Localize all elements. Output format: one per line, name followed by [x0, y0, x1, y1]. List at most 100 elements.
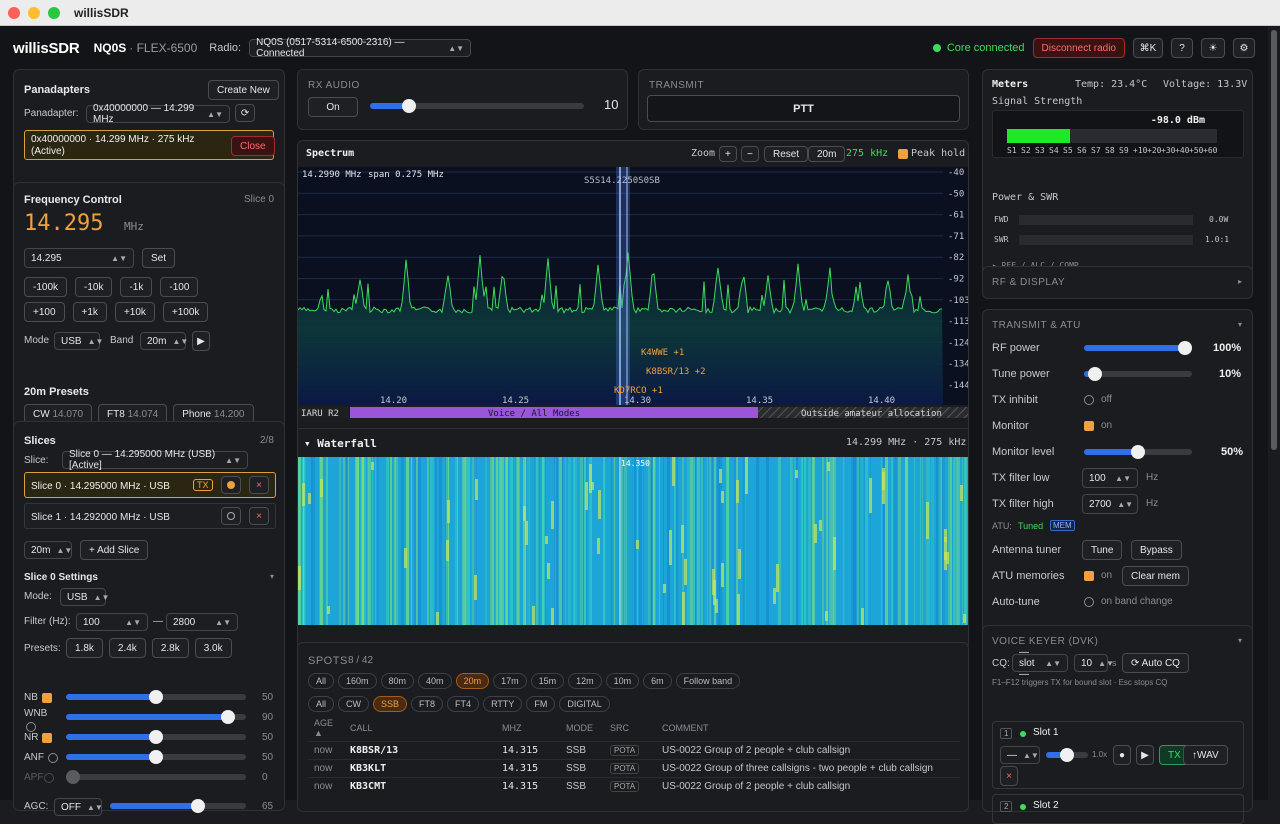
dsp-apf-slider[interactable]: [66, 770, 246, 784]
band-select[interactable]: 20m ▲▼: [140, 332, 188, 350]
frequency-input[interactable]: 14.295 ▲▼: [24, 248, 134, 268]
close-window-icon[interactable]: [8, 6, 20, 19]
band-filter-chip[interactable]: 12m: [568, 673, 602, 689]
spectrum-plot[interactable]: S5S14.2250S0SB 14.2990 MHz span 0.275 MH…: [298, 167, 969, 431]
band-filter-chip[interactable]: 80m: [380, 673, 415, 689]
atu-memories-checkbox[interactable]: [1084, 571, 1094, 581]
col-mhz[interactable]: MHZ: [502, 723, 522, 733]
cq-interval-input[interactable]: 10 ▲▼: [1074, 654, 1114, 672]
monitor-level-slider[interactable]: [1084, 445, 1192, 459]
dsp-slider-knob[interactable]: [221, 710, 235, 724]
table-row[interactable]: now KB3KLT 14.315 SSB POTA US-0022 Group of t…: [308, 759, 960, 777]
filter-preset-2-4k-button[interactable]: 2.4k: [108, 638, 146, 658]
theme-toggle-icon[interactable]: ☀: [1201, 38, 1225, 58]
dsp-anf-slider[interactable]: [66, 750, 246, 764]
peak-hold-checkbox[interactable]: [898, 149, 908, 159]
spot-label[interactable]: K8BSR/13 +2: [646, 367, 706, 377]
spot-label[interactable]: K4WWE +1: [641, 348, 684, 358]
slice-mode-select[interactable]: USB ▲▼: [60, 588, 109, 606]
step-minus-1k-button[interactable]: -1k: [120, 277, 153, 297]
step-minus-10k-button[interactable]: -10k: [75, 277, 113, 297]
slice-1-remove-icon[interactable]: ×: [249, 507, 269, 525]
band-filter-chip[interactable]: Follow band: [675, 673, 741, 689]
close-panadapter-button[interactable]: Close: [231, 136, 275, 156]
tx-filter-low-input[interactable]: 100 ▲▼: [1082, 468, 1138, 488]
tx-inhibit-toggle[interactable]: [1084, 395, 1094, 405]
play-band-icon[interactable]: ▶: [192, 331, 210, 351]
slot-gain-knob[interactable]: [1060, 748, 1074, 762]
settings-gear-icon[interactable]: ⚙: [1233, 38, 1255, 58]
mode-filter-chip[interactable]: CW: [338, 696, 370, 712]
agc-slider-knob[interactable]: [191, 799, 205, 813]
band-filter-chip[interactable]: 20m: [455, 673, 490, 689]
mode-filter-chip[interactable]: RTTY: [483, 696, 523, 712]
col-mode[interactable]: MODE: [566, 723, 593, 733]
slice-0-remove-icon[interactable]: ×: [249, 476, 269, 494]
mode-filter-chip[interactable]: FT8: [411, 696, 444, 712]
atu-bypass-button[interactable]: Bypass: [1131, 540, 1182, 560]
filter-high-input[interactable]: 2800 ▲▼: [166, 613, 238, 631]
play-icon[interactable]: ▶: [1136, 745, 1154, 765]
dsp-slider-knob[interactable]: [66, 770, 80, 784]
step-plus-1k-button[interactable]: +1k: [72, 302, 107, 322]
band-filter-chip[interactable]: 10m: [605, 673, 640, 689]
slice-0-tx-badge[interactable]: TX: [193, 479, 213, 491]
refresh-panadapter-icon[interactable]: ⟳: [235, 104, 255, 122]
add-slice-button[interactable]: + Add Slice: [80, 540, 149, 560]
tx-filter-high-input[interactable]: 2700 ▲▼: [1082, 494, 1138, 514]
page-scrollbar[interactable]: [1268, 26, 1280, 800]
slice-band-select[interactable]: 20m ▲▼: [24, 541, 72, 559]
minimize-window-icon[interactable]: [28, 6, 40, 19]
chevron-down-icon[interactable]: ▾: [1238, 320, 1242, 329]
rx-volume-slider[interactable]: [370, 99, 584, 113]
band-filter-chip[interactable]: 6m: [643, 673, 672, 689]
zoom-in-button[interactable]: +: [719, 146, 737, 162]
waterfall-title[interactable]: ▾ Waterfall: [304, 437, 377, 450]
slice-0-active-icon[interactable]: [221, 476, 241, 494]
dsp-nr-slider[interactable]: [66, 730, 246, 744]
help-button[interactable]: ?: [1171, 38, 1193, 58]
col-comment[interactable]: COMMENT: [662, 723, 709, 733]
zoom-out-button[interactable]: −: [741, 146, 759, 162]
panadapter-select[interactable]: 0x40000000 — 14.299 MHz ▲▼: [86, 103, 230, 125]
chevron-down-icon[interactable]: ▾: [270, 572, 274, 581]
slice-0-card[interactable]: Slice 0 · 14.295000 MHz · USB TX ×: [24, 472, 276, 498]
auto-cq-button[interactable]: ⟳ Auto CQ: [1122, 653, 1189, 673]
rx-audio-on-button[interactable]: On: [308, 97, 358, 117]
band-filter-chip[interactable]: 40m: [418, 673, 452, 689]
dsp-apf-checkbox[interactable]: [44, 773, 54, 783]
dsp-anf-checkbox[interactable]: [48, 753, 58, 763]
clear-mem-button[interactable]: Clear mem: [1122, 566, 1189, 586]
dsp-wnb-slider[interactable]: [66, 710, 246, 724]
dsp-slider-knob[interactable]: [149, 690, 163, 704]
radio-select[interactable]: NQ0S (0517-5314-6500-2316) — Connected ▲▼: [249, 37, 472, 59]
chevron-down-icon[interactable]: ▾: [1238, 636, 1242, 645]
mode-select[interactable]: USB ▲▼: [54, 332, 103, 350]
step-plus-10k-button[interactable]: +10k: [114, 302, 155, 322]
upload-wav-button[interactable]: ↑WAV: [1183, 745, 1228, 765]
filter-low-input[interactable]: 100 ▲▼: [76, 613, 148, 631]
scrollbar-thumb[interactable]: [1271, 30, 1277, 450]
col-call[interactable]: CALL: [350, 723, 373, 733]
zoom-reset-button[interactable]: Reset: [764, 146, 809, 162]
filter-preset-2-8k-button[interactable]: 2.8k: [151, 638, 189, 658]
mode-filter-chip[interactable]: DIGITAL: [559, 696, 610, 712]
zoom-band-button[interactable]: 20m: [808, 146, 846, 162]
set-frequency-button[interactable]: Set: [142, 248, 176, 268]
col-age[interactable]: AGE ▲: [314, 718, 334, 738]
step-plus-100-button[interactable]: +100: [24, 302, 65, 322]
dsp-nb-checkbox[interactable]: [42, 693, 52, 703]
monitor-checkbox[interactable]: [1084, 421, 1094, 431]
table-row[interactable]: now K8BSR/13 14.315 SSB POTA US-0022 Group of…: [308, 741, 960, 759]
band-filter-chip[interactable]: All: [308, 673, 335, 689]
slot-gain-slider[interactable]: [1046, 748, 1088, 762]
cq-slot-select[interactable]: — slot — ▲▼: [1012, 647, 1068, 680]
band-filter-chip[interactable]: 15m: [530, 673, 565, 689]
rf-power-slider[interactable]: [1084, 341, 1192, 355]
slice-1-card[interactable]: Slice 1 · 14.292000 MHz · USB ×: [24, 503, 276, 529]
slice-1-activate-icon[interactable]: [221, 507, 241, 525]
rf-display-panel[interactable]: RF & DISPLAY ▸: [982, 266, 1253, 299]
band-filter-chip[interactable]: 17m: [493, 673, 527, 689]
mode-filter-chip[interactable]: FT4: [447, 696, 480, 712]
step-minus-100k-button[interactable]: -100k: [24, 277, 68, 297]
